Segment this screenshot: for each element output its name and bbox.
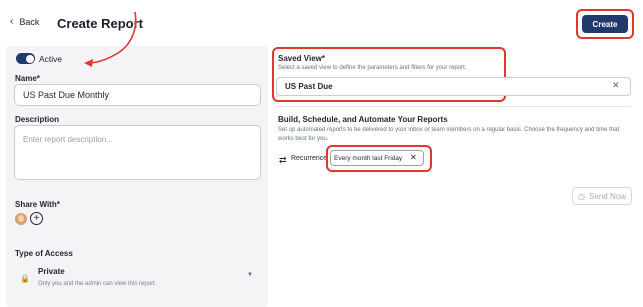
access-label: Type of Access [15, 249, 73, 258]
chevron-left-icon: ‹ [10, 16, 14, 27]
description-label: Description [15, 115, 60, 124]
share-label: Share With* [15, 200, 60, 209]
access-option-title: Private [38, 267, 65, 276]
saved-view-value: US Past Due [285, 82, 333, 91]
toggle-knob [25, 54, 34, 63]
recurrence-value: Every month last Friday [334, 155, 403, 162]
top-bar: ‹ Back Create Report [0, 0, 643, 46]
send-now-button[interactable]: ◷ Send Now [572, 187, 632, 205]
create-button[interactable]: Create [582, 15, 628, 33]
close-icon[interactable]: ✕ [410, 153, 417, 162]
automation-description: Set up automated reports to be delivered… [278, 127, 620, 142]
name-label: Name* [15, 74, 40, 83]
saved-view-description: Select a saved view to define the parame… [278, 65, 467, 71]
lock-icon: 🔒 [20, 274, 30, 283]
name-input[interactable]: US Past Due Monthly [14, 84, 261, 106]
avatar[interactable] [15, 213, 27, 225]
page-title: Create Report [57, 16, 143, 31]
back-label: Back [19, 17, 40, 27]
access-option-desc: Only you and the admin can view this rep… [38, 281, 157, 287]
description-textarea[interactable]: Enter report description... [14, 125, 261, 180]
back-button[interactable]: ‹ Back [10, 16, 40, 28]
create-highlight: Create [576, 9, 634, 39]
close-icon[interactable]: ✕ [612, 80, 620, 91]
plus-circle-icon[interactable]: + [30, 212, 43, 225]
active-label: Active [39, 54, 63, 64]
divider [276, 106, 631, 107]
recurrence-label: Recurrence [291, 155, 328, 162]
clock-icon: ◷ [578, 191, 586, 201]
repeat-icon: ⇄ [279, 155, 287, 165]
automation-title: Build, Schedule, and Automate Your Repor… [278, 115, 448, 124]
saved-view-label: Saved View* [278, 54, 325, 63]
send-now-label: Send Now [589, 191, 626, 201]
active-toggle[interactable] [16, 53, 35, 64]
caret-down-icon: ▼ [247, 272, 253, 278]
